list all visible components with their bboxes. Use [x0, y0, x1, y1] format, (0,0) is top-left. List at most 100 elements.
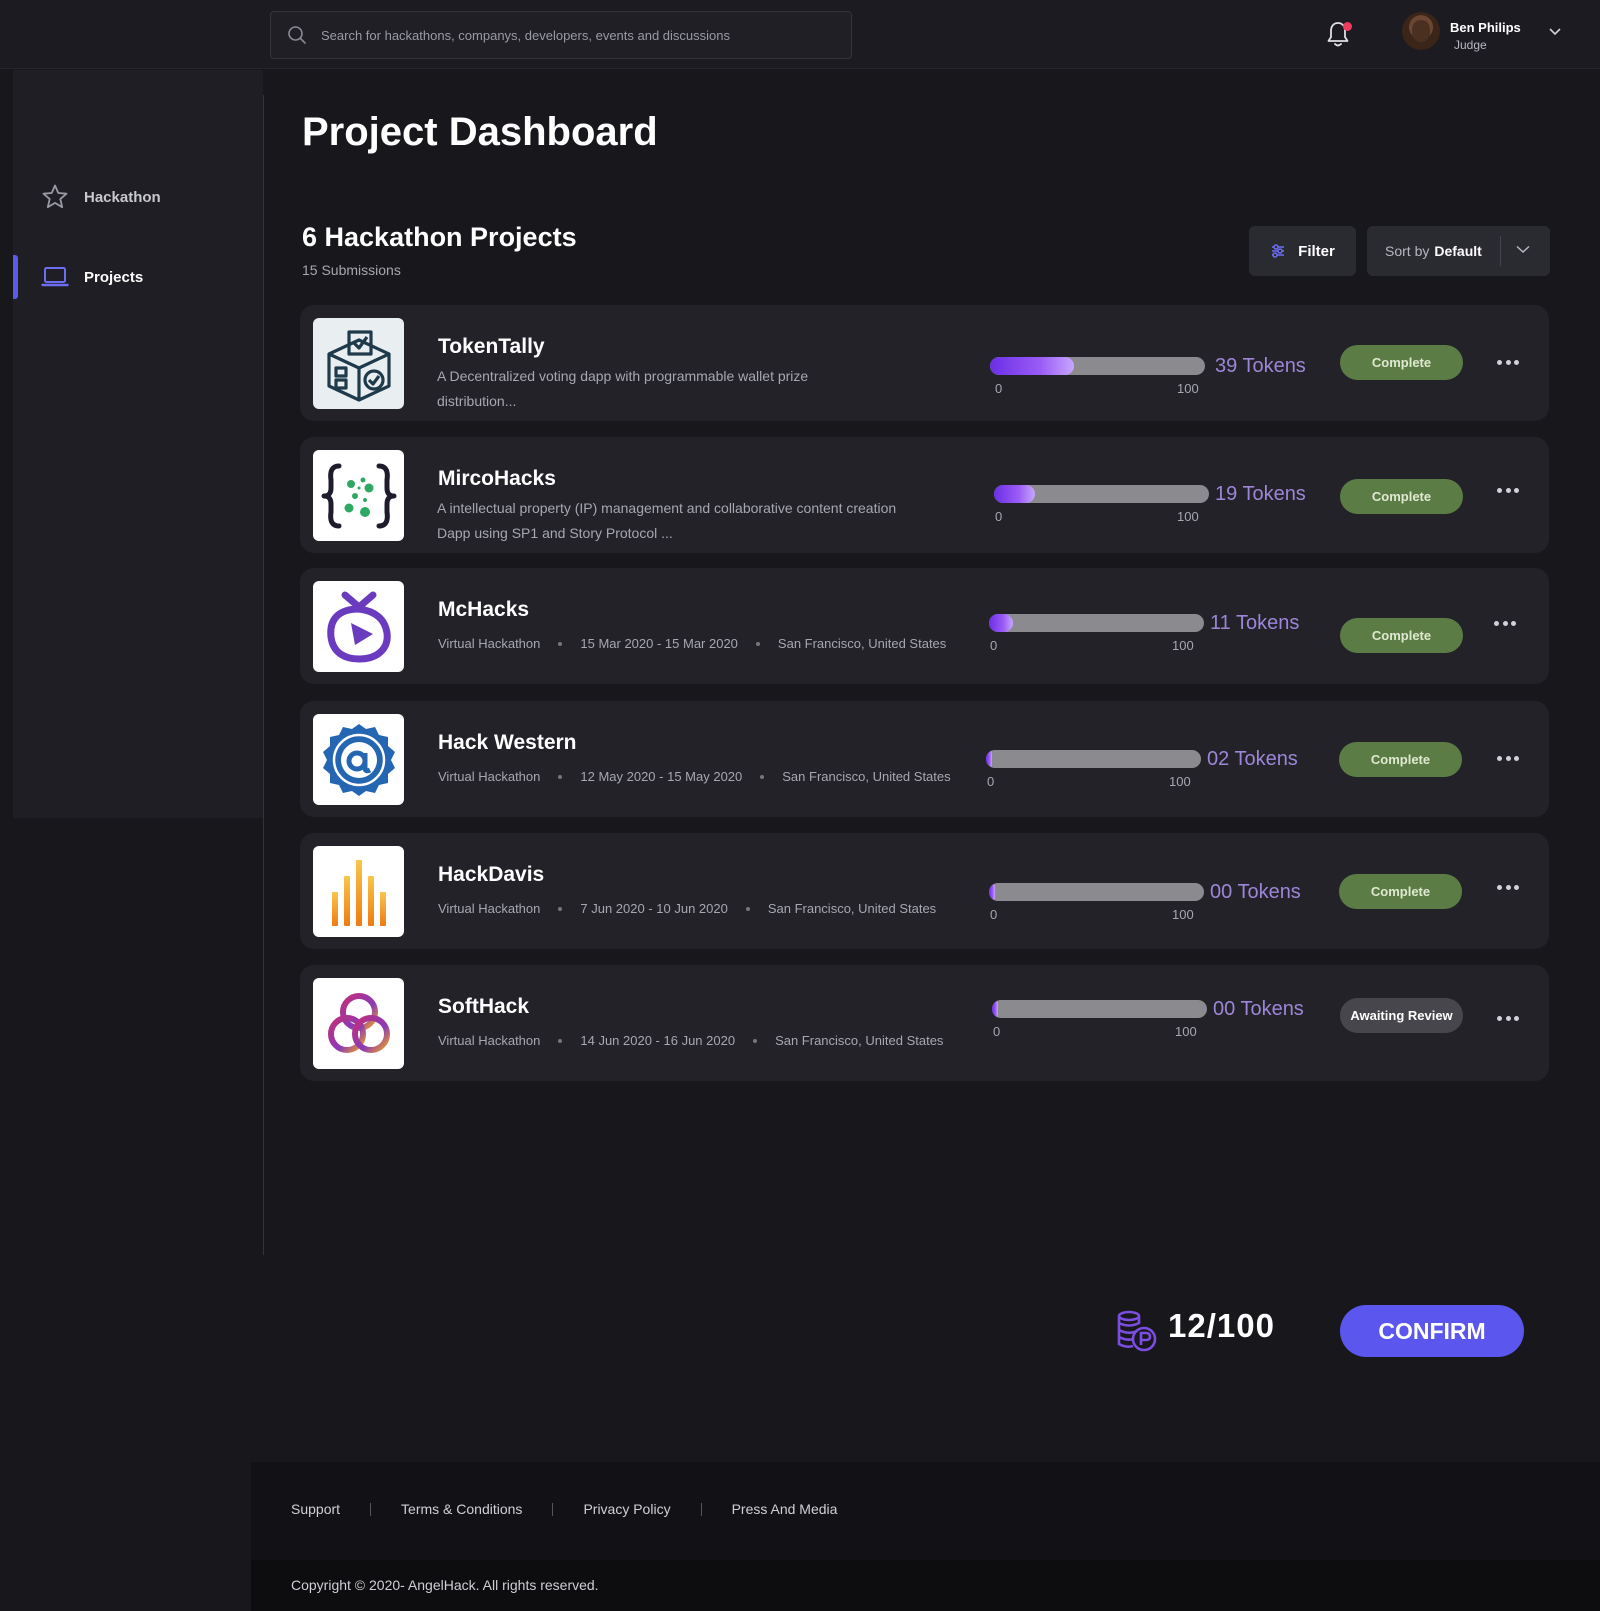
progress-min-label: 0 [987, 774, 995, 789]
progress-min-label: 0 [995, 381, 1003, 396]
ballot-box-icon [313, 318, 404, 409]
token-progress-fill [992, 1000, 999, 1018]
project-card[interactable]: SoftHack Virtual Hackathon 14 Jun 2020 -… [300, 965, 1549, 1081]
star-icon [42, 184, 68, 209]
filter-label: Filter [1298, 242, 1335, 260]
confirm-button[interactable]: CONFIRM [1340, 1305, 1524, 1357]
more-options-icon[interactable] [1497, 885, 1519, 891]
project-title[interactable]: SoftHack [438, 995, 529, 1019]
copyright-bar: Copyright © 2020- AngelHack. All rights … [251, 1560, 1600, 1611]
progress-max-label: 100 [1169, 774, 1191, 789]
token-progress-bar [994, 485, 1209, 503]
token-progress-bar [992, 1000, 1207, 1018]
token-count: 39 Tokens [1215, 355, 1306, 377]
token-count: 02 Tokens [1207, 748, 1298, 770]
project-card[interactable]: HackDavis Virtual Hackathon 7 Jun 2020 -… [300, 833, 1549, 949]
project-dates: 12 May 2020 - 15 May 2020 [580, 769, 743, 784]
chevron-down-icon[interactable] [1549, 28, 1561, 36]
search-icon [288, 26, 306, 44]
project-title[interactable]: Hack Western [438, 731, 577, 755]
footer-link-terms[interactable]: Terms & Conditions [401, 1501, 522, 1517]
projects-count: 6 Hackathon Projects [302, 222, 577, 252]
project-card[interactable]: MircoHacks A intellectual property (IP) … [300, 437, 1549, 553]
token-count: 19 Tokens [1215, 483, 1306, 505]
progress-min-label: 0 [993, 1024, 1001, 1039]
sort-dropdown[interactable]: Sort by Default [1367, 226, 1550, 276]
status-badge[interactable]: Complete [1340, 479, 1463, 514]
more-options-icon[interactable] [1497, 360, 1519, 366]
notification-badge [1343, 22, 1352, 31]
sidebar-divider [263, 95, 264, 1255]
project-meta: Virtual Hackathon 7 Jun 2020 - 10 Jun 20… [438, 901, 936, 916]
progress-max-label: 100 [1175, 1024, 1197, 1039]
at-badge-icon [313, 714, 404, 805]
footer-link-support[interactable]: Support [291, 1501, 340, 1517]
project-location: San Francisco, United States [777, 636, 947, 651]
project-dates: 7 Jun 2020 - 10 Jun 2020 [580, 901, 728, 916]
token-count: 11 Tokens [1210, 612, 1300, 634]
project-type: Virtual Hackathon [438, 636, 541, 651]
project-description: A Decentralized voting dapp with program… [437, 368, 809, 409]
project-description: A intellectual property (IP) management … [437, 500, 897, 541]
project-type: Virtual Hackathon [438, 1033, 541, 1048]
token-progress-bar [986, 750, 1201, 768]
sidebar-item-hackathon[interactable]: Hackathon [13, 175, 263, 219]
project-type: Virtual Hackathon [438, 901, 541, 916]
footer-link-privacy[interactable]: Privacy Policy [583, 1501, 670, 1517]
search-input[interactable] [321, 27, 821, 43]
notifications-button[interactable] [1326, 20, 1354, 50]
user-role: Judge [1454, 38, 1487, 52]
avatar[interactable] [1402, 12, 1440, 50]
progress-min-label: 0 [990, 907, 998, 922]
more-options-icon[interactable] [1497, 488, 1519, 494]
token-progress-bar [990, 357, 1205, 375]
progress-max-label: 100 [1177, 509, 1199, 524]
status-badge[interactable]: Complete [1340, 618, 1463, 653]
top-bar: Ben Philips Judge [0, 0, 1600, 69]
tv-play-icon [313, 581, 404, 672]
sidebar-item-label: Projects [84, 268, 144, 286]
project-meta: Virtual Hackathon 14 Jun 2020 - 16 Jun 2… [438, 1033, 943, 1048]
status-badge[interactable]: Complete [1339, 742, 1462, 777]
more-options-icon[interactable] [1494, 621, 1516, 627]
token-progress-fill [990, 357, 1074, 375]
sidebar: Hackathon Projects [13, 70, 263, 818]
progress-min-label: 0 [990, 638, 998, 653]
project-dates: 15 Mar 2020 - 15 Mar 2020 [580, 636, 738, 651]
project-title[interactable]: TokenTally [438, 335, 545, 359]
project-title[interactable]: McHacks [438, 598, 529, 622]
project-location: San Francisco, United States [782, 769, 951, 784]
token-count: 00 Tokens [1213, 998, 1304, 1020]
token-progress-fill [994, 485, 1035, 503]
project-card[interactable]: Hack Western Virtual Hackathon 12 May 20… [300, 701, 1549, 817]
footer: Support Terms & Conditions Privacy Polic… [251, 1462, 1600, 1611]
token-total: 12/100 [1168, 1307, 1275, 1344]
copyright-text: Copyright © 2020- AngelHack. All rights … [291, 1577, 599, 1593]
status-badge[interactable]: Complete [1339, 874, 1462, 909]
footer-link-press[interactable]: Press And Media [732, 1501, 838, 1517]
project-card[interactable]: McHacks Virtual Hackathon 15 Mar 2020 - … [300, 568, 1549, 684]
status-badge[interactable]: Awaiting Review [1340, 998, 1463, 1033]
project-card[interactable]: TokenTally A Decentralized voting dapp w… [300, 305, 1549, 421]
knot-icon [313, 978, 404, 1069]
project-meta: Virtual Hackathon 12 May 2020 - 15 May 2… [438, 769, 951, 784]
more-options-icon[interactable] [1497, 756, 1519, 762]
laptop-icon [41, 267, 69, 287]
submissions-count: 15 Submissions [302, 262, 401, 278]
project-title[interactable]: HackDavis [438, 863, 544, 887]
coins-icon [1117, 1310, 1157, 1352]
curly-braces-dots-icon [313, 450, 404, 541]
sidebar-item-projects[interactable]: Projects [13, 255, 263, 299]
token-progress-fill [989, 883, 996, 901]
project-location: San Francisco, United States [767, 901, 937, 916]
project-title[interactable]: MircoHacks [438, 467, 556, 491]
filter-button[interactable]: Filter [1249, 226, 1356, 276]
status-badge[interactable]: Complete [1340, 345, 1463, 380]
footer-divider [552, 1502, 554, 1516]
search-box[interactable] [270, 11, 852, 59]
progress-min-label: 0 [995, 509, 1003, 524]
token-progress-bar [989, 614, 1204, 632]
progress-max-label: 100 [1177, 381, 1199, 396]
token-progress-fill [986, 750, 993, 768]
more-options-icon[interactable] [1497, 1016, 1519, 1022]
